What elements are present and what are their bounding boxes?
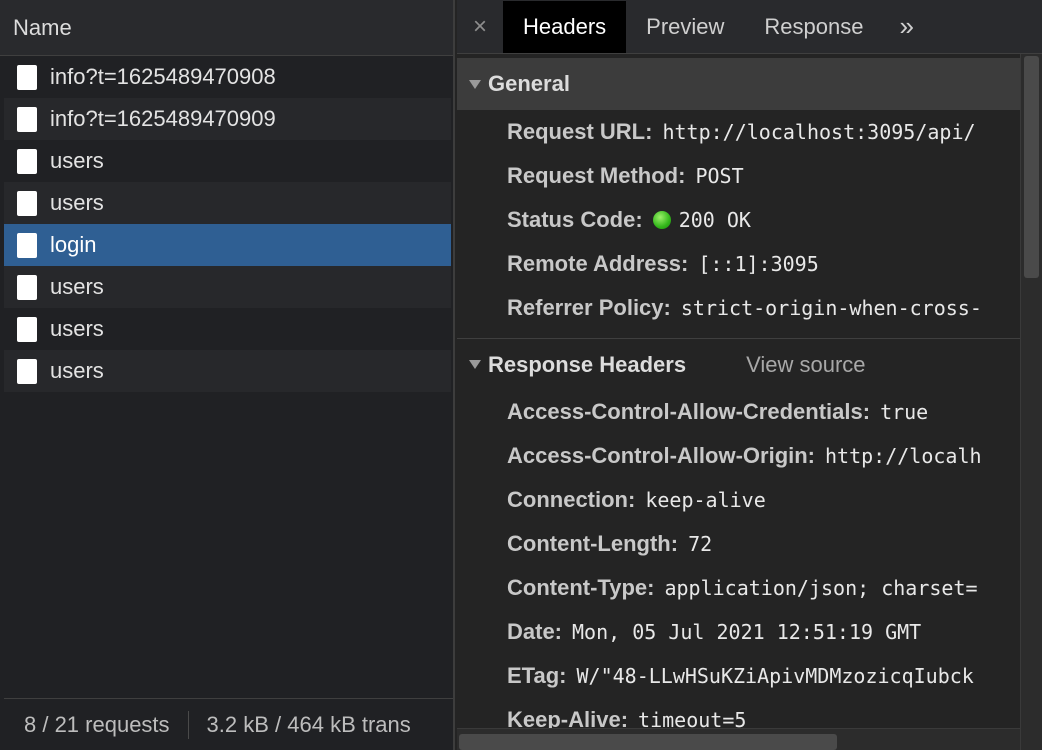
request-list-panel: Name info?t=1625489470908 info?t=1625489…: [0, 0, 455, 750]
status-ok-icon: [652, 211, 671, 229]
header-row: Access-Control-Allow-Origin: http://loca…: [457, 434, 1020, 478]
transfer-size: 3.2 kB / 464 kB trans: [206, 711, 411, 737]
header-key: Remote Address:: [507, 251, 689, 276]
header-key: Date:: [507, 619, 563, 644]
header-key: Keep-Alive:: [507, 707, 629, 728]
request-name: login: [50, 232, 97, 257]
document-icon: [17, 190, 37, 216]
header-value: http://localhost:3095/api/: [662, 120, 976, 144]
section-title: General: [488, 71, 570, 96]
header-row: Access-Control-Allow-Credentials: true: [457, 390, 1020, 434]
section-title: Response Headers: [488, 351, 687, 377]
header-value: 200 OK: [678, 208, 751, 232]
header-row: Remote Address: [::1]:3095: [457, 242, 1020, 286]
view-source-link[interactable]: View source: [746, 352, 865, 378]
header-value: true: [880, 400, 929, 424]
document-icon: [17, 316, 37, 342]
header-key: Request URL:: [507, 119, 653, 144]
header-value: strict-origin-when-cross-: [680, 296, 982, 320]
name-column-header[interactable]: Name: [0, 0, 453, 56]
details-tab-bar: × Headers Preview Response »: [457, 0, 1042, 54]
request-name: users: [50, 358, 104, 383]
header-row: Connection: keep-alive: [457, 478, 1020, 522]
header-key: Access-Control-Allow-Credentials:: [507, 399, 871, 424]
scrollbar-thumb[interactable]: [1024, 56, 1039, 278]
request-name: users: [50, 148, 104, 173]
document-icon: [17, 232, 37, 258]
tab-response[interactable]: Response: [744, 1, 883, 53]
header-key: Content-Length:: [507, 531, 679, 556]
general-section-toggle[interactable]: General: [457, 58, 1020, 110]
header-key: Status Code:: [507, 207, 643, 232]
response-headers-section-toggle[interactable]: Response Headers View source: [457, 338, 1020, 390]
request-name: users: [50, 190, 104, 215]
header-row: Keep-Alive: timeout=5: [457, 698, 1020, 728]
header-row: Content-Length: 72: [457, 522, 1020, 566]
header-value: keep-alive: [645, 488, 766, 512]
request-name: users: [50, 274, 104, 299]
header-value: [::1]:3095: [698, 252, 819, 276]
horizontal-scrollbar[interactable]: [457, 728, 1020, 750]
headers-content: General Request URL: http://localhost:30…: [457, 54, 1020, 728]
header-value: timeout=5: [638, 708, 747, 728]
document-icon: [17, 106, 37, 132]
status-bar: 8 / 21 requests 3.2 kB / 464 kB trans: [4, 698, 453, 750]
document-icon: [17, 358, 37, 384]
header-row: Request URL: http://localhost:3095/api/: [457, 110, 1020, 154]
header-key: ETag:: [507, 663, 567, 688]
header-value: application/json; charset=: [664, 576, 978, 600]
header-key: Content-Type:: [507, 575, 655, 600]
request-row[interactable]: users: [4, 266, 451, 308]
request-row-selected[interactable]: login: [4, 224, 451, 266]
request-row[interactable]: users: [4, 308, 451, 350]
request-name: info?t=1625489470909: [50, 106, 276, 131]
header-row: Referrer Policy: strict-origin-when-cros…: [457, 286, 1020, 330]
header-key: Access-Control-Allow-Origin:: [507, 443, 816, 468]
header-value: POST: [695, 164, 744, 188]
header-row: Content-Type: application/json; charset=: [457, 566, 1020, 610]
header-row: Status Code: 200 OK: [457, 198, 1020, 242]
request-name: users: [50, 316, 104, 341]
request-row[interactable]: users: [4, 350, 451, 392]
document-icon: [17, 274, 37, 300]
caret-down-icon: [469, 360, 481, 369]
header-key: Connection:: [507, 487, 636, 512]
caret-down-icon: [469, 79, 481, 89]
request-row[interactable]: users: [4, 140, 451, 182]
request-row[interactable]: users: [4, 182, 451, 224]
document-icon: [17, 64, 37, 90]
request-details-panel: × Headers Preview Response » General Req…: [457, 0, 1042, 750]
request-count: 8 / 21 requests: [4, 710, 189, 739]
header-row: Request Method: POST: [457, 154, 1020, 198]
header-value: 72: [688, 532, 713, 556]
header-key: Request Method:: [507, 163, 686, 188]
tab-preview[interactable]: Preview: [626, 1, 744, 53]
vertical-scrollbar[interactable]: [1020, 54, 1042, 750]
document-icon: [17, 148, 37, 174]
scrollbar-thumb[interactable]: [459, 734, 837, 750]
tab-headers[interactable]: Headers: [503, 0, 627, 53]
more-tabs-icon[interactable]: »: [883, 11, 926, 42]
header-key: Referrer Policy:: [507, 295, 671, 320]
header-value: W/"48-LLwHSuKZiApivMDMzozicqIubck: [576, 664, 974, 688]
close-icon[interactable]: ×: [457, 13, 503, 41]
request-row[interactable]: info?t=1625489470909: [4, 98, 451, 140]
request-row[interactable]: info?t=1625489470908: [4, 56, 451, 98]
header-value: http://localh: [825, 444, 982, 468]
request-name: info?t=1625489470908: [50, 64, 276, 89]
request-list: info?t=1625489470908 info?t=162548947090…: [4, 56, 451, 392]
header-value: Mon, 05 Jul 2021 12:51:19 GMT: [572, 620, 922, 644]
header-row: Date: Mon, 05 Jul 2021 12:51:19 GMT: [457, 610, 1020, 654]
header-row: ETag: W/"48-LLwHSuKZiApivMDMzozicqIubck: [457, 654, 1020, 698]
